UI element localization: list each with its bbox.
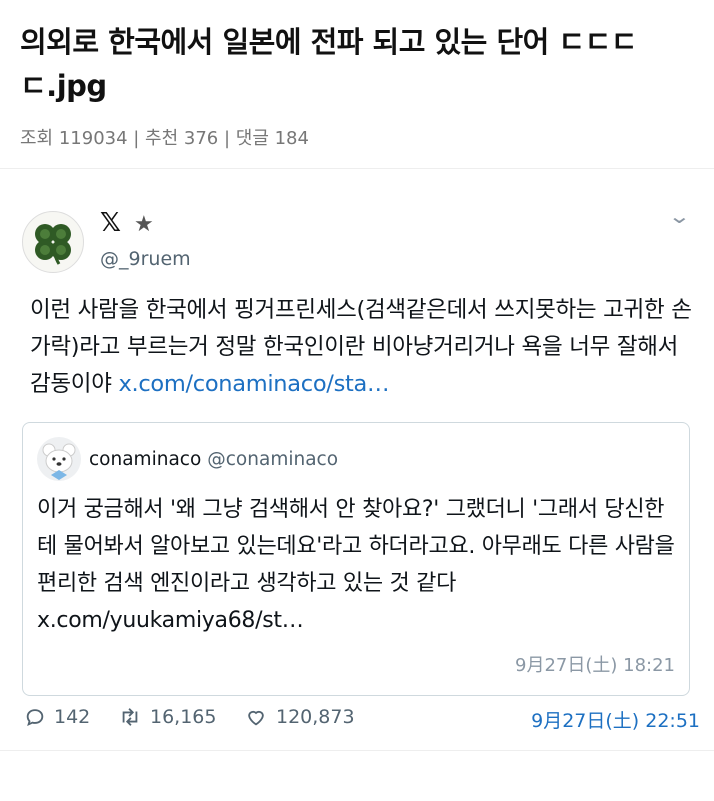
quoted-body: 이거 궁금해서 '왜 그냥 검색해서 안 찾아요?' 그랬더니 '그래서 당신한… (37, 497, 675, 596)
chevron-down-icon[interactable]: ⌄ (668, 204, 691, 228)
quoted-handle: @conaminaco (207, 449, 339, 470)
post-meta: 조회 119034 | 추천 376 | 댓글 184 (20, 128, 309, 149)
like-count: 120,873 (276, 706, 355, 728)
post-title: 의외로 한국에서 일본에 전파 되고 있는 단어 ㄷㄷㄷㄷ.jpg (20, 25, 637, 103)
heart-icon (248, 710, 264, 726)
tweet-text: 이런 사람을 한국에서 핑거프린세스(검색같은데서 쓰지못하는 고귀한 손가락)… (30, 292, 698, 403)
quoted-link[interactable]: x.com/yuukamiya68/st… (37, 608, 304, 633)
tweet-date[interactable]: 9月27日(土) 22:51 (531, 706, 700, 733)
quoted-name: conaminaco (89, 449, 202, 470)
star-icon: ★ (134, 212, 154, 237)
quoted-text: 이거 궁금해서 '왜 그냥 검색해서 안 찾아요?' 그랬더니 '그래서 당신한… (37, 491, 677, 639)
reply-count: 142 (54, 706, 91, 728)
quoted-tweet[interactable]: conaminaco @conaminaco 이거 궁금해서 '왜 그냥 검색해서… (22, 422, 690, 696)
tweet-handle[interactable]: @_9ruem (100, 248, 191, 270)
reply-button[interactable]: 142 (24, 706, 90, 728)
divider (0, 168, 714, 169)
quoted-author: conaminaco @conaminaco (89, 449, 338, 470)
x-logo-icon: 𝕏 (100, 208, 121, 238)
retweet-count: 16,165 (150, 706, 217, 728)
divider (0, 750, 714, 751)
like-button[interactable]: 120,873 (244, 706, 355, 728)
retweet-button[interactable]: 16,165 (118, 706, 216, 728)
tweet-link[interactable]: x.com/conaminaco/sta… (118, 371, 389, 397)
tweet-actions: 142 16,165 120,873 9月27日(土) 22:51 (24, 706, 700, 736)
reply-icon (26, 709, 44, 726)
retweet-icon (122, 708, 138, 726)
quoted-date: 9月27日(土) 18:21 (515, 655, 675, 676)
bear-icon (37, 437, 81, 481)
clover-icon[interactable] (22, 211, 84, 273)
